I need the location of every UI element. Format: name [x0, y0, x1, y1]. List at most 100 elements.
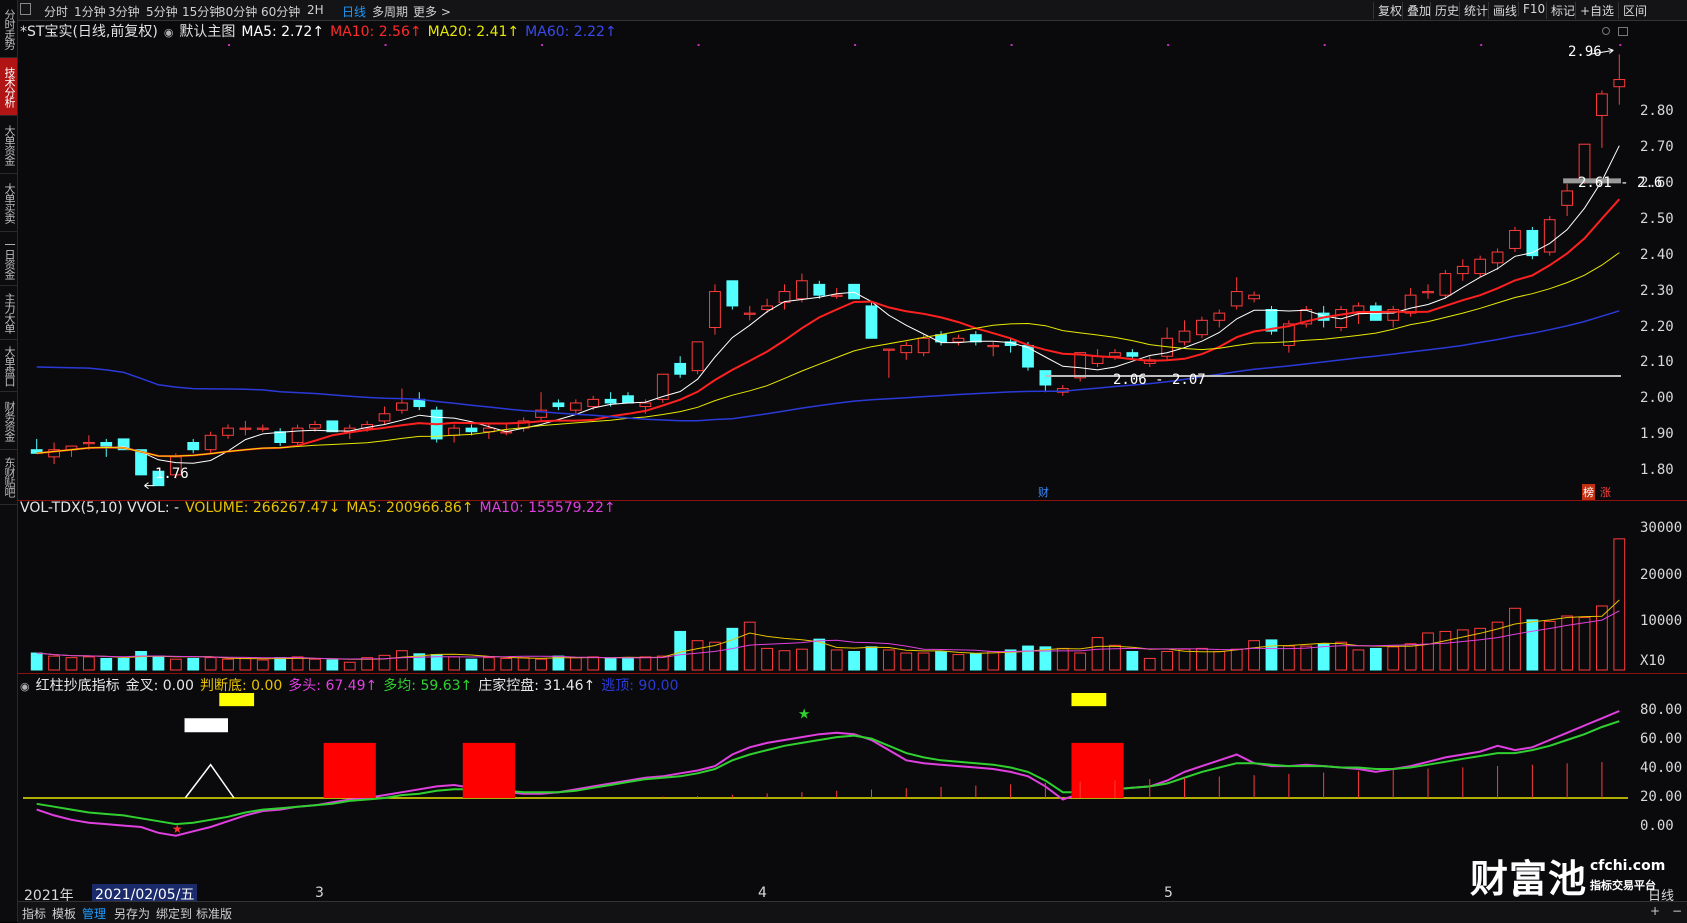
- left-tab[interactable]: 技术分析: [0, 58, 17, 116]
- candle-body: [622, 395, 634, 404]
- brand-logo: 财富池: [1470, 857, 1588, 901]
- period-tab[interactable]: 5分钟: [146, 3, 178, 20]
- toolbar-button[interactable]: F10: [1518, 2, 1549, 16]
- bottom-tab[interactable]: 标准版: [196, 905, 232, 922]
- indicator-dot-icon: ◉: [20, 680, 30, 693]
- indicator-chart[interactable]: ★★: [18, 693, 1637, 883]
- volume-ma10: MA10: 155579.22↑: [479, 500, 616, 516]
- left-tab[interactable]: 大单盘口: [0, 340, 17, 392]
- volume-bar: [1369, 647, 1382, 671]
- bottom-tab[interactable]: 指标: [22, 905, 46, 922]
- bottom-tab[interactable]: 另存为: [114, 905, 150, 922]
- candle-body: [378, 413, 391, 422]
- candle-body: [604, 398, 617, 404]
- left-tab[interactable]: 分时走势: [0, 0, 17, 58]
- volume-indicator-name[interactable]: VOL-TDX(5,10) VVOL: -: [20, 500, 179, 516]
- candle: [1439, 270, 1452, 299]
- ma10-label: MA10: 2.56↑: [330, 24, 422, 40]
- volume-bar: [865, 646, 878, 671]
- left-tab[interactable]: 大单资金: [0, 116, 17, 174]
- volume-bar: [1004, 649, 1017, 671]
- panel-maximize-icon[interactable]: [1618, 27, 1628, 36]
- left-tab[interactable]: 主力大单: [0, 286, 17, 340]
- period-tab[interactable]: 2H: [307, 3, 324, 17]
- marker-dot: [228, 44, 230, 46]
- candlestick-chart[interactable]: [18, 40, 1637, 500]
- volume-chart[interactable]: [18, 520, 1637, 672]
- candle: [1526, 226, 1539, 260]
- candle: [622, 392, 634, 404]
- toolbar-grip-icon[interactable]: [20, 3, 31, 15]
- volume-bar: [378, 654, 391, 671]
- volume-bar: [900, 652, 913, 671]
- left-tab[interactable]: 财务资金: [0, 392, 17, 450]
- axis-tick-label: 2.70: [1640, 138, 1674, 155]
- candle-body: [465, 427, 478, 433]
- candle-body: [100, 442, 113, 447]
- marker-dot: [1480, 44, 1483, 46]
- bottom-toolbar: 指标 模板 管理 另存为 绑定到 标准版: [18, 901, 1687, 923]
- stock-title[interactable]: *ST宝实(日线,前复权): [20, 24, 158, 40]
- period-tab[interactable]: 更多 >: [413, 3, 451, 20]
- red-signal-bar: [1071, 742, 1124, 798]
- toolbar-button[interactable]: 区间: [1618, 2, 1651, 19]
- left-tab[interactable]: 东财贴吧: [0, 450, 17, 505]
- volume-bar: [343, 661, 356, 671]
- volume-bar: [482, 657, 495, 671]
- candle-body: [291, 427, 304, 443]
- volume-bar: [135, 650, 147, 671]
- axis-tick-label: 40.00: [1640, 760, 1683, 776]
- period-tab[interactable]: 60分钟: [261, 3, 300, 20]
- volume-bar: [604, 657, 617, 671]
- indicator-name[interactable]: 红柱抄底指标: [36, 678, 120, 694]
- template-name[interactable]: 默认主图: [179, 24, 235, 40]
- finance-marker[interactable]: 财: [1038, 484, 1049, 500]
- candle-body: [1456, 265, 1469, 275]
- volume-bar: [1022, 645, 1034, 671]
- ma60-line: [36, 310, 1620, 422]
- bottom-tab[interactable]: 绑定到: [156, 905, 192, 922]
- left-tab[interactable]: 大单买卖: [0, 174, 17, 232]
- candle-body: [569, 402, 582, 411]
- candle: [1213, 309, 1226, 328]
- toolbar-button[interactable]: +自选: [1575, 2, 1618, 19]
- candle-body: [1509, 229, 1521, 249]
- panel-settings-icon[interactable]: [1602, 27, 1610, 35]
- period-tab[interactable]: 15分钟: [182, 3, 221, 20]
- candle-body: [830, 294, 843, 297]
- volume-bar: [830, 649, 843, 671]
- volume-bar: [48, 655, 60, 671]
- left-tab[interactable]: 一日资金: [0, 232, 17, 286]
- bottom-tab[interactable]: 管理: [82, 905, 106, 922]
- candle: [30, 438, 43, 454]
- volume-ma5: MA5: 200966.86↑: [346, 500, 474, 516]
- volume-bar: [1143, 657, 1156, 671]
- period-tab[interactable]: 3分钟: [108, 3, 140, 20]
- volume-bar: [1248, 640, 1260, 671]
- rank-marker[interactable]: 榜: [1582, 484, 1595, 500]
- candle: [1422, 284, 1434, 299]
- candle-body: [1404, 294, 1417, 314]
- period-tab[interactable]: 30分钟: [218, 3, 257, 20]
- bottom-tab[interactable]: 模板: [52, 905, 76, 922]
- zoom-out-button[interactable]: −: [1672, 904, 1682, 918]
- period-tab[interactable]: 1分钟: [74, 3, 106, 20]
- volume-bar: [1282, 645, 1295, 671]
- toolbar-button[interactable]: 画线: [1488, 2, 1521, 19]
- ma20-label: MA20: 2.41↑: [427, 24, 520, 40]
- candle-body: [1230, 291, 1243, 307]
- candle: [882, 348, 895, 378]
- period-tab[interactable]: 日线: [342, 3, 366, 20]
- candle-body: [1109, 352, 1121, 357]
- candle: [1613, 54, 1626, 105]
- zoom-in-button[interactable]: +: [1650, 904, 1660, 918]
- volume-bar: [1161, 650, 1174, 671]
- period-tab[interactable]: 多周期: [372, 3, 408, 20]
- axis-tick-label: 2.10: [1640, 354, 1674, 371]
- period-tab[interactable]: 分时: [44, 3, 68, 20]
- candle-body: [1126, 352, 1139, 357]
- volume-bar: [535, 658, 547, 671]
- volume-bar: [848, 650, 860, 671]
- indicator-legend: ◉ 红柱抄底指标 金叉: 0.00 判断底: 0.00 多头: 67.49↑ 多均: 59…: [20, 675, 685, 695]
- limit-up-marker[interactable]: 涨: [1600, 484, 1611, 500]
